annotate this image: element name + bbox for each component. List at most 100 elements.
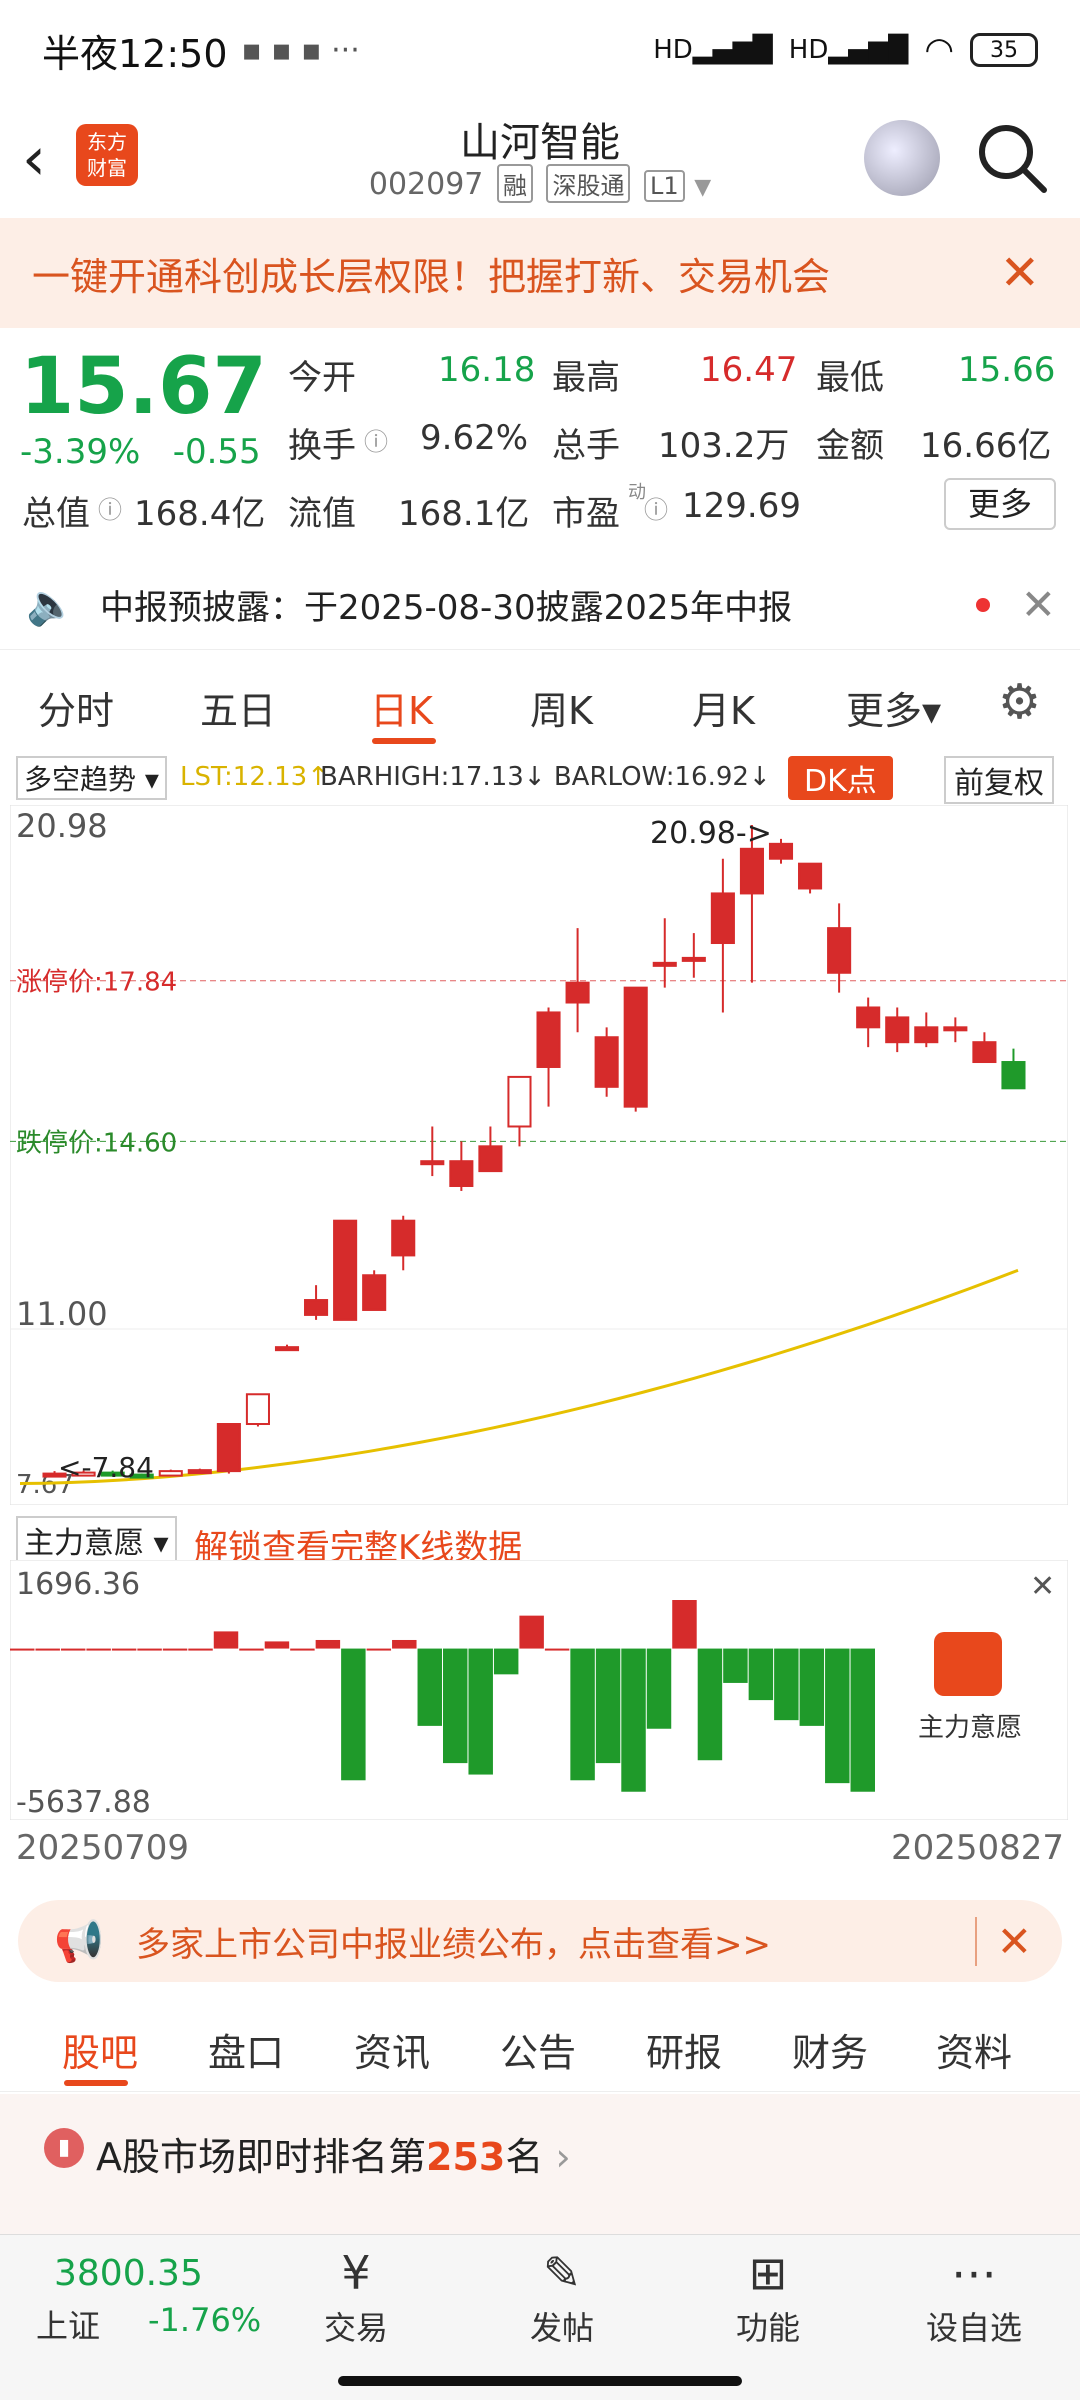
start-date: 20250709 — [16, 1828, 190, 1868]
flow-bar — [366, 1648, 392, 1651]
flow-bar — [315, 1639, 341, 1649]
tab-research[interactable]: 研报 — [646, 2022, 722, 2077]
rank-icon: ▮ — [44, 2128, 84, 2168]
tab-announcements[interactable]: 公告 — [500, 2022, 576, 2077]
tab-orderbook[interactable]: 盘口 — [208, 2022, 284, 2077]
flow-bar — [86, 1648, 111, 1651]
tab-daily-k[interactable]: 日K — [370, 680, 433, 735]
info-icon[interactable]: ⓘ — [364, 422, 388, 457]
y-top-label: 20.98 — [16, 807, 108, 845]
candle-body — [623, 986, 648, 1108]
candle-body — [943, 1026, 968, 1032]
price-change: -3.39% -0.55 — [20, 432, 261, 472]
post-button[interactable]: ✎ 发帖 — [502, 2243, 622, 2349]
promo-banner-text: 一键开通科创成长层权限！把握打新、交易机会 — [32, 254, 831, 299]
flow-indicator-select[interactable]: 主力意愿 ▾ — [16, 1516, 177, 1564]
home-indicator[interactable] — [338, 2376, 742, 2386]
content-tabs: 股吧 盘口 资讯 公告 研报 财务 资料 — [0, 2000, 1080, 2092]
flow-widget-icon[interactable] — [934, 1632, 1002, 1696]
adjust-select[interactable]: 前复权 — [944, 756, 1054, 804]
more-dots-icon: ⋯ — [951, 2246, 997, 2300]
close-icon[interactable]: ✕ — [1000, 245, 1040, 301]
tab-monthly-k[interactable]: 月K — [692, 680, 755, 735]
flow-bar — [392, 1639, 417, 1649]
candle-body — [507, 1075, 532, 1128]
flow-bar — [264, 1641, 290, 1649]
tab-finance[interactable]: 财务 — [792, 2022, 868, 2077]
flow-bar — [595, 1648, 621, 1764]
limit-down-label: 跌停价:14.60 — [16, 1128, 177, 1158]
gear-icon[interactable]: ⚙ — [998, 674, 1041, 730]
trade-button[interactable]: ¥ 交易 — [296, 2243, 416, 2349]
float-value: 168.1亿 — [398, 494, 530, 534]
tab-more[interactable]: 更多▾ — [846, 680, 941, 735]
post-label: 发帖 — [529, 2309, 594, 2347]
close-icon[interactable]: ✕ — [1021, 580, 1056, 629]
low-value: 15.66 — [958, 350, 1056, 390]
earnings-promo[interactable]: 📢 多家上市公司中报业绩公布，点击查看>> ✕ — [18, 1900, 1062, 1982]
signal-icon-2: HD▂▄▆█ — [788, 35, 909, 65]
dk-point-button[interactable]: DK点 — [788, 756, 893, 800]
assistant-robot-icon[interactable] — [864, 120, 940, 196]
flow-bar — [748, 1648, 774, 1701]
low-annotation: <-7.84 — [58, 1451, 154, 1484]
flow-bar — [544, 1648, 570, 1651]
indicator-select[interactable]: 多空趋势 ▾ — [16, 756, 167, 800]
tab-intraday[interactable]: 分时 — [38, 680, 114, 735]
amount-label: 金额 — [816, 426, 884, 466]
flow-bar — [417, 1648, 442, 1726]
megaphone-icon: 📢 — [54, 1918, 104, 1965]
more-button[interactable]: 更多 — [944, 478, 1056, 530]
tab-five-day[interactable]: 五日 — [200, 680, 276, 735]
capital-flow-chart[interactable]: 1696.36 -5637.88 主力意愿 ✕ — [10, 1560, 1068, 1820]
flow-bar — [290, 1648, 315, 1651]
add-watchlist-button[interactable]: ⋯ 设自选 — [914, 2243, 1034, 2349]
tab-news[interactable]: 资讯 — [354, 2022, 430, 2077]
candle-body — [768, 842, 794, 860]
flow-bar — [799, 1648, 825, 1726]
flow-bar — [621, 1648, 646, 1792]
high-label: 最高 — [552, 358, 620, 398]
function-button[interactable]: ⊞ 功能 — [708, 2243, 828, 2349]
flow-top-label: 1696.36 — [16, 1567, 140, 1602]
tab-profile[interactable]: 资料 — [936, 2022, 1012, 2077]
flow-bar — [493, 1648, 519, 1675]
status-bar: 半夜12:50 ▪ ▪ ▪ ··· HD▂▄▆█ HD▂▄▆█ ◠ 35 — [0, 0, 1080, 100]
float-label: 流值 — [288, 494, 356, 534]
candle-body — [362, 1274, 387, 1311]
close-icon[interactable]: ✕ — [1030, 1569, 1055, 1604]
mktcap-value: 168.4亿 — [134, 494, 266, 534]
rank-number: 253 — [426, 2135, 506, 2179]
flow-bar — [850, 1648, 875, 1792]
last-price: 15.67 — [20, 342, 267, 432]
stock-header: ‹ 东方 财富 山河智能 002097 融 深股通 L1 ▼ — [0, 100, 1080, 218]
wifi-icon: ◠ — [924, 30, 954, 70]
info-icon[interactable]: ⓘ — [644, 490, 668, 525]
market-rank[interactable]: ▮ A股市场即时排名第253名 › — [0, 2094, 1080, 2244]
notice-bar[interactable]: 🔈 中报预披露：于2025-08-30披露2025年中报 ✕ — [0, 560, 1080, 650]
flow-bar — [825, 1648, 850, 1784]
info-icon[interactable]: ⓘ — [98, 490, 122, 525]
dropdown-icon[interactable]: ▼ — [694, 175, 711, 200]
candle-body — [710, 892, 735, 945]
index-value[interactable]: 3800.35 — [54, 2253, 203, 2294]
candle-body — [449, 1160, 474, 1187]
candle-body — [798, 862, 823, 890]
close-icon[interactable]: ✕ — [974, 1916, 1032, 1966]
promo-banner[interactable]: 一键开通科创成长层权限！把握打新、交易机会 ✕ — [0, 218, 1080, 328]
candle-body — [914, 1026, 939, 1044]
candle-body — [1001, 1061, 1026, 1090]
pe-label: 市盈 — [552, 494, 620, 534]
flow-bottom-label: -5637.88 — [16, 1785, 151, 1820]
chart-header: 多空趋势 ▾ LST:12.13↑ BARHIGH:17.13↓ BARLOW:… — [0, 752, 1080, 804]
tag-margin: 融 — [496, 164, 533, 203]
candle-body — [972, 1041, 997, 1064]
search-icon[interactable] — [974, 120, 1050, 196]
tab-forum[interactable]: 股吧 — [62, 2022, 138, 2077]
candlestick-chart[interactable]: 20.98 11.00 7.67 涨停价:17.84 跌停价:14.60 20.… — [10, 805, 1068, 1505]
tab-weekly-k[interactable]: 周K — [530, 680, 593, 735]
flow-bar — [111, 1648, 137, 1651]
flow-bar — [723, 1648, 748, 1683]
flow-bar — [468, 1648, 493, 1775]
limit-up-label: 涨停价:17.84 — [16, 968, 177, 998]
